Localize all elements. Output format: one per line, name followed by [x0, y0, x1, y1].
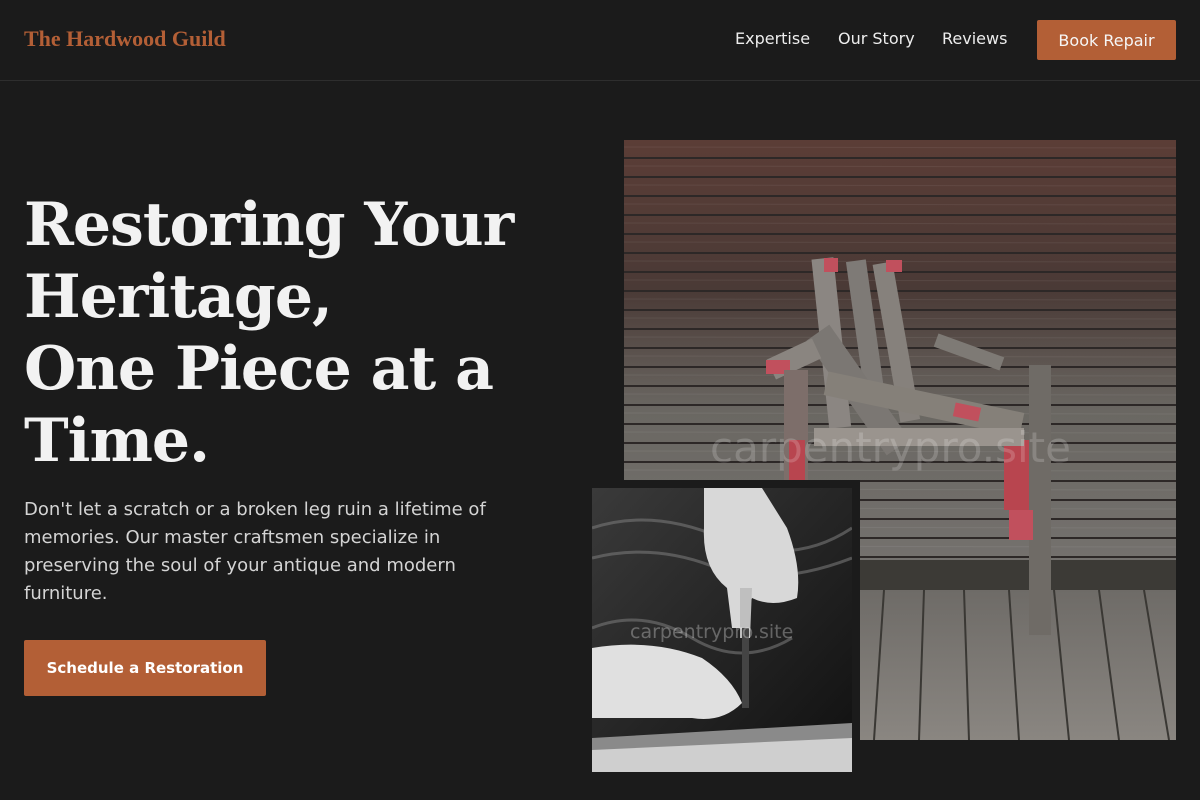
main-photo-watermark: carpentrypro.site	[710, 423, 1071, 472]
hero-headline: Restoring Your Heritage, One Piece at a …	[24, 189, 584, 477]
nav-link-expertise[interactable]: Expertise	[735, 29, 810, 48]
inset-photo-watermark: carpentrypro.site	[630, 621, 793, 643]
headline-line: Heritage,	[24, 262, 333, 332]
craftsman-hands-photo: carpentrypro.site	[584, 480, 860, 780]
headline-line: Restoring Your	[24, 190, 514, 260]
headline-line: One Piece at a	[24, 334, 494, 404]
book-repair-button[interactable]: Book Repair	[1037, 20, 1176, 60]
nav-link-our-story[interactable]: Our Story	[838, 29, 915, 48]
brand-logo[interactable]: The Hardwood Guild	[24, 26, 226, 52]
hero-description: Don't let a scratch or a broken leg ruin…	[24, 499, 486, 604]
site-header: The Hardwood Guild Expertise Our Story R…	[0, 0, 1200, 81]
nav-link-reviews[interactable]: Reviews	[942, 29, 1007, 48]
schedule-restoration-button[interactable]: Schedule a Restoration	[24, 640, 266, 696]
headline-line: Time.	[24, 406, 210, 476]
